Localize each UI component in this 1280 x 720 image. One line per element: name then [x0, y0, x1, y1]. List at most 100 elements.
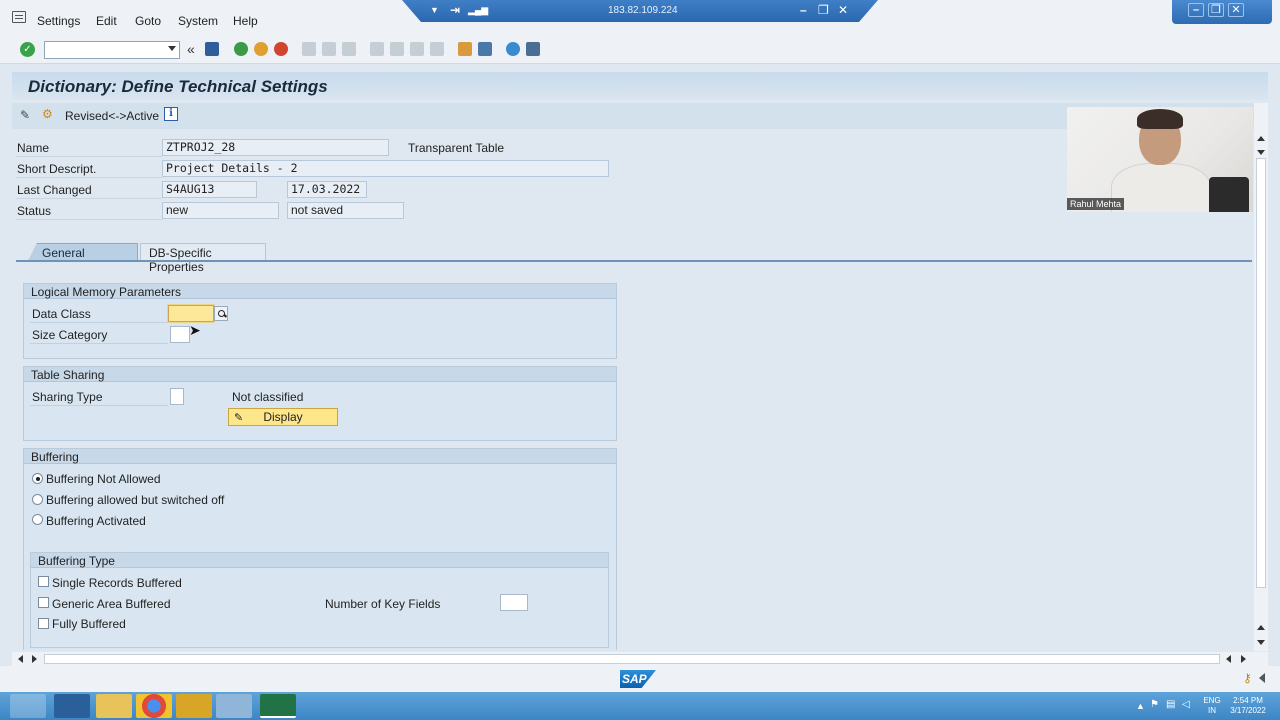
divider: [30, 405, 168, 406]
short-description-field[interactable]: Project Details - 2: [162, 160, 609, 177]
radio-buffering-not-allowed[interactable]: [32, 473, 43, 484]
buffering-type-label: Generic Area Buffered: [52, 597, 171, 611]
webcam-overlay: Rahul Mehta: [1067, 107, 1253, 212]
key-icon[interactable]: ⚷: [1243, 671, 1252, 685]
scroll-down-icon[interactable]: [1257, 640, 1265, 645]
language: ENG: [1203, 696, 1221, 705]
excel-icon[interactable]: [260, 694, 296, 718]
powershell-icon[interactable]: [54, 694, 90, 718]
find-next-icon[interactable]: [342, 42, 356, 56]
window-close-icon[interactable]: ✕: [1228, 3, 1244, 17]
volume-icon[interactable]: ◁: [1182, 700, 1190, 710]
display-button[interactable]: ✎ Display: [228, 408, 338, 426]
checkbox-fully-buffered[interactable]: [38, 618, 49, 629]
layout-icon[interactable]: [526, 42, 540, 56]
name-field[interactable]: ZTPROJ2_28: [162, 139, 389, 156]
divider: [30, 322, 168, 323]
shortcut-icon[interactable]: [478, 42, 492, 56]
sharing-type-input[interactable]: [170, 388, 184, 405]
collapse-status-icon[interactable]: [1259, 673, 1265, 683]
new-session-icon[interactable]: [458, 42, 472, 56]
scroll-left-icon[interactable]: [18, 655, 23, 663]
scroll-thumb[interactable]: [44, 654, 1220, 664]
scroll-up-icon[interactable]: [1257, 625, 1265, 630]
tray-expand-icon[interactable]: ▲: [1136, 701, 1145, 711]
sap-gui-icon[interactable]: [216, 694, 252, 718]
dropdown-icon[interactable]: ▼: [430, 5, 439, 15]
standard-toolbar: ✓ «: [0, 36, 1280, 64]
clock[interactable]: 2:54 PM 3/17/2022: [1224, 696, 1272, 716]
group-title: Table Sharing: [24, 367, 616, 382]
language-indicator[interactable]: ENG IN: [1200, 696, 1224, 716]
scroll-thumb[interactable]: [1256, 158, 1266, 588]
window-restore-icon[interactable]: ❐: [1208, 3, 1224, 17]
scroll-down-icon[interactable]: [1257, 150, 1265, 155]
size-category-label: Size Category: [32, 328, 108, 342]
checkbox-generic-area[interactable]: [38, 597, 49, 608]
horizontal-scrollbar[interactable]: [12, 652, 1268, 666]
help-icon[interactable]: [506, 42, 520, 56]
exit-icon[interactable]: [254, 42, 268, 56]
first-page-icon[interactable]: [370, 42, 384, 56]
clock-date: 3/17/2022: [1230, 706, 1266, 715]
back-icon[interactable]: [234, 42, 248, 56]
tab-db-specific-properties[interactable]: DB-Specific Properties: [140, 243, 266, 274]
print-icon[interactable]: [302, 42, 316, 56]
menu-icon[interactable]: [12, 11, 26, 23]
revised-active-button[interactable]: Revised<->Active: [65, 109, 159, 123]
sharing-type-label: Sharing Type: [32, 390, 103, 404]
last-page-icon[interactable]: [430, 42, 444, 56]
chrome-icon[interactable]: [136, 694, 172, 718]
previous-page-icon[interactable]: [390, 42, 404, 56]
data-class-input[interactable]: [168, 305, 214, 322]
tab-general-properties[interactable]: General Properties: [28, 243, 138, 261]
classification-text: Not classified: [232, 390, 304, 404]
command-field[interactable]: [44, 41, 180, 59]
close-icon[interactable]: ✕: [838, 3, 848, 17]
name-label: Name: [17, 141, 50, 155]
scroll-left-icon[interactable]: [1226, 655, 1231, 663]
search-help-icon[interactable]: [214, 306, 228, 321]
scroll-up-icon[interactable]: [1257, 136, 1265, 141]
restore-icon[interactable]: ❐: [818, 3, 829, 17]
save-icon[interactable]: [205, 42, 219, 56]
menu-edit[interactable]: Edit: [96, 14, 117, 28]
scroll-right-icon[interactable]: [32, 655, 37, 663]
key-fields-input[interactable]: [500, 594, 528, 611]
table-type-text: Transparent Table: [408, 141, 505, 155]
menu-settings[interactable]: Settings: [37, 14, 80, 28]
menu-goto[interactable]: Goto: [135, 14, 161, 28]
next-page-icon[interactable]: [410, 42, 424, 56]
group-title: Buffering: [24, 449, 616, 464]
checkbox-single-records[interactable]: [38, 576, 49, 587]
enter-check-icon[interactable]: ✓: [20, 42, 35, 57]
find-icon[interactable]: [322, 42, 336, 56]
title-bar: Dictionary: Define Technical Settings: [12, 72, 1268, 100]
scroll-right-icon[interactable]: [1241, 655, 1246, 663]
cancel-icon[interactable]: [274, 42, 288, 56]
network-icon[interactable]: ▤: [1166, 700, 1175, 710]
vertical-scrollbar[interactable]: [1254, 103, 1268, 651]
buffering-option-label: Buffering allowed but switched off: [46, 493, 225, 507]
menu-help[interactable]: Help: [233, 14, 258, 28]
display-change-icon[interactable]: ✎: [20, 108, 36, 122]
pin-icon[interactable]: ⇥: [450, 3, 460, 17]
menu-system[interactable]: System: [178, 14, 218, 28]
radio-buffering-activated[interactable]: [32, 514, 43, 525]
chair: [1209, 177, 1249, 212]
divider: [16, 156, 162, 157]
file-explorer-icon[interactable]: [96, 694, 132, 718]
window-minimize-icon[interactable]: –: [1188, 3, 1204, 17]
flag-icon[interactable]: ⚑: [1150, 700, 1159, 710]
start-icon[interactable]: [10, 694, 46, 718]
minimize-icon[interactable]: –: [800, 3, 807, 17]
short-description-label: Short Descript.: [17, 162, 97, 176]
presenter-name: Rahul Mehta: [1067, 198, 1125, 210]
info-icon[interactable]: i: [164, 107, 178, 121]
sap-logon-icon[interactable]: [176, 694, 212, 718]
radio-buffering-switched-off[interactable]: [32, 494, 43, 505]
collapse-icon[interactable]: «: [187, 41, 195, 57]
size-category-input[interactable]: [170, 326, 190, 343]
chevron-down-icon[interactable]: [168, 46, 176, 51]
activate-icon[interactable]: ⚙: [42, 107, 56, 121]
